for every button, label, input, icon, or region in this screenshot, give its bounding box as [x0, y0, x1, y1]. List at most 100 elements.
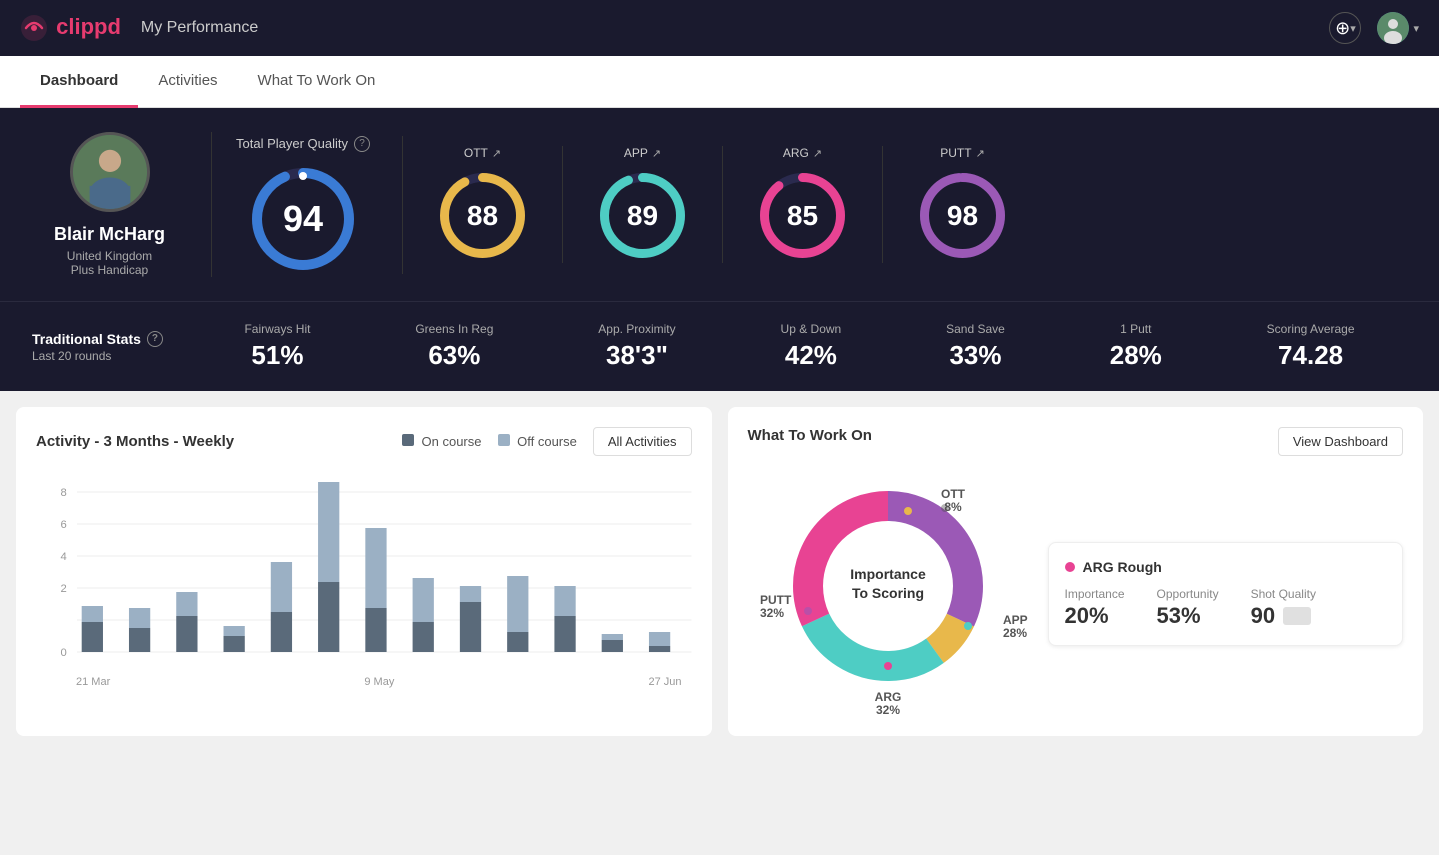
add-button[interactable]: ⊕ ▾: [1329, 12, 1361, 44]
metric-row: Importance 20% Opportunity 53% Shot Qual…: [1065, 587, 1387, 629]
shot-quality-value: 90: [1251, 603, 1275, 629]
tab-what-to-work-on[interactable]: What To Work On: [238, 56, 396, 108]
player-name: Blair McHarg: [54, 224, 165, 245]
logo-text: clippd: [20, 14, 121, 42]
on-course-bar: [554, 616, 575, 652]
off-course-bar: [129, 608, 150, 628]
chart-x-label-1: 21 Mar: [36, 676, 110, 688]
on-course-bar: [176, 616, 197, 652]
off-course-bar: [176, 592, 197, 616]
on-course-bar: [507, 632, 528, 652]
stat-label: Fairways Hit: [244, 322, 310, 336]
header-left: clippd My Performance: [20, 14, 258, 42]
putt-value: 98: [947, 200, 978, 232]
view-dashboard-button[interactable]: View Dashboard: [1278, 427, 1403, 456]
off-course-bar: [602, 634, 623, 640]
on-course-bar: [129, 628, 150, 652]
chart-header: Activity - 3 Months - Weekly On course O…: [36, 427, 692, 456]
wtwo-content: Importance To Scoring OTT 8% APP 28% ARG…: [748, 456, 1404, 716]
opportunity-label: Opportunity: [1157, 587, 1219, 601]
off-course-legend-dot: [498, 434, 510, 446]
svg-text:32%: 32%: [875, 703, 899, 716]
donut-chart-container: Importance To Scoring OTT 8% APP 28% ARG…: [748, 456, 1028, 716]
stat-item: Scoring Average 74.28: [1267, 322, 1355, 371]
trad-stats-label: Traditional Stats ? Last 20 rounds: [32, 331, 192, 363]
svg-text:32%: 32%: [760, 606, 784, 620]
stat-label: 1 Putt: [1120, 322, 1151, 336]
off-course-bar: [271, 562, 292, 612]
on-course-bar: [271, 612, 292, 652]
on-course-bar: [602, 640, 623, 652]
svg-text:28%: 28%: [1003, 626, 1027, 640]
ott-label: OTT ↗: [464, 146, 501, 160]
chart-controls: On course Off course All Activities: [402, 427, 692, 456]
stat-label: Up & Down: [781, 322, 842, 336]
shot-quality-label: Shot Quality: [1251, 587, 1316, 601]
bottom-panels: Activity - 3 Months - Weekly On course O…: [0, 391, 1439, 752]
on-course-bar: [413, 622, 434, 652]
tab-activities[interactable]: Activities: [138, 56, 237, 108]
off-course-bar: [82, 606, 103, 622]
putt-arrow-icon: ↗: [976, 147, 985, 160]
total-quality-circle: 94: [248, 164, 358, 274]
add-dropdown-icon: ▾: [1350, 22, 1356, 35]
arg-arrow-icon: ↗: [813, 147, 822, 160]
metric-card-container: ARG Rough Importance 20% Opportunity 53%…: [1048, 526, 1404, 646]
svg-text:To Scoring: To Scoring: [851, 585, 923, 601]
off-course-bar: [224, 626, 245, 636]
tab-dashboard[interactable]: Dashboard: [20, 56, 138, 108]
scores-area: Total Player Quality ? 94 OTT ↗: [212, 132, 1407, 277]
sub-score-ott: OTT ↗ 88: [403, 146, 563, 263]
shot-quality-badge: [1283, 607, 1311, 625]
svg-text:OTT: OTT: [941, 487, 966, 501]
avatar-button[interactable]: ▾: [1377, 12, 1419, 44]
trad-stats-info-icon: ?: [147, 331, 163, 347]
svg-text:6: 6: [60, 519, 66, 531]
app-label: APP ↗: [624, 146, 661, 160]
opportunity-value: 53%: [1157, 603, 1219, 629]
svg-text:8: 8: [60, 487, 66, 499]
player-handicap: Plus Handicap: [71, 263, 148, 277]
metric-card: ARG Rough Importance 20% Opportunity 53%…: [1048, 542, 1404, 646]
on-course-bar: [365, 608, 386, 652]
chart-axis: 21 Mar 9 May 27 Jun: [36, 676, 692, 688]
off-course-bar: [318, 482, 339, 582]
ott-arrow-icon: ↗: [492, 147, 501, 160]
metric-card-title: ARG Rough: [1065, 559, 1387, 575]
arg-circle: 85: [755, 168, 850, 263]
importance-value: 20%: [1065, 603, 1125, 629]
metric-shot-quality: Shot Quality 90: [1251, 587, 1316, 629]
player-info: Blair McHarg United Kingdom Plus Handica…: [32, 132, 212, 277]
player-avatar: [70, 132, 150, 212]
app-circle: 89: [595, 168, 690, 263]
stat-value: 63%: [428, 340, 480, 371]
hero-section: Blair McHarg United Kingdom Plus Handica…: [0, 108, 1439, 301]
on-course-bar: [82, 622, 103, 652]
chart-x-label-2: 9 May: [364, 676, 394, 688]
on-course-bar: [649, 646, 670, 652]
on-course-bar: [460, 602, 481, 652]
sub-score-app: APP ↗ 89: [563, 146, 723, 263]
ott-circle: 88: [435, 168, 530, 263]
sub-score-arg: ARG ↗ 85: [723, 146, 883, 263]
tq-info-icon: ?: [354, 136, 370, 152]
svg-text:APP: APP: [1003, 613, 1028, 627]
trad-stats-subtitle: Last 20 rounds: [32, 349, 192, 363]
stat-value: 42%: [785, 340, 837, 371]
donut-chart: Importance To Scoring OTT 8% APP 28% ARG…: [748, 456, 1028, 716]
chart-legend: On course Off course: [402, 434, 577, 449]
app-arrow-icon: ↗: [652, 147, 661, 160]
on-course-legend: On course: [402, 434, 482, 449]
all-activities-button[interactable]: All Activities: [593, 427, 692, 456]
chart-x-label-3: 27 Jun: [648, 676, 691, 688]
stat-item: App. Proximity 38'3": [598, 322, 675, 371]
svg-text:4: 4: [60, 551, 66, 563]
off-course-bar: [507, 576, 528, 632]
nav-tabs: Dashboard Activities What To Work On: [0, 56, 1439, 108]
header: clippd My Performance ⊕ ▾ ▾: [0, 0, 1439, 56]
off-course-bar: [365, 528, 386, 608]
off-course-bar: [460, 586, 481, 602]
header-right: ⊕ ▾ ▾: [1329, 12, 1419, 44]
activity-panel: Activity - 3 Months - Weekly On course O…: [16, 407, 712, 736]
off-course-bar: [554, 586, 575, 616]
